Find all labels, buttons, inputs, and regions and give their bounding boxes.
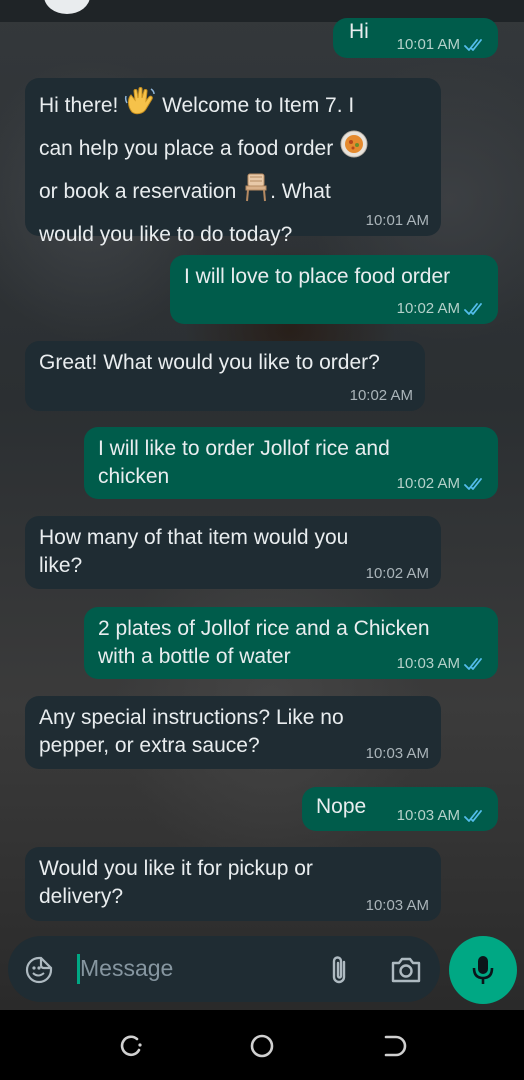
message-time: 10:03 AM [396, 807, 460, 824]
message-incoming[interactable]: Hi there! Welcome to Item 7. I can help … [25, 78, 441, 246]
message-time: 10:01 AM [396, 36, 460, 53]
message-text: How many of that item would you [39, 526, 349, 549]
message-time: 10:02 AM [349, 387, 413, 404]
message-meta: 10:01 AM [397, 36, 486, 54]
message-outgoing[interactable]: I will like to order Jollof rice and chi… [84, 427, 498, 499]
message-outgoing[interactable]: I will love to place food order 10:02 AM [170, 255, 498, 324]
message-text: can help you place a food order [39, 137, 334, 160]
message-meta: 10:03 AM [366, 897, 429, 915]
message-outgoing[interactable]: Hi 10:01 AM [333, 18, 498, 58]
message-text: Welcome to Item 7. I [162, 94, 355, 117]
message-incoming[interactable]: Any special instructions? Like no pepper… [25, 696, 441, 769]
message-text: Hi [349, 20, 369, 43]
contact-avatar[interactable] [44, 0, 90, 14]
message-meta: 10:02 AM [366, 565, 429, 583]
message-outgoing[interactable]: Nope 10:03 AM [302, 787, 498, 831]
home-icon[interactable] [249, 1033, 275, 1064]
read-ticks-icon [464, 658, 482, 670]
message-text: or book a reservation [39, 180, 237, 203]
food-plate-icon [339, 129, 369, 172]
message-text: Hi there! [39, 94, 119, 117]
message-meta: 10:02 AM [350, 387, 413, 405]
message-input[interactable]: Message [80, 955, 173, 982]
message-time: 10:02 AM [396, 300, 460, 317]
waving-hand-icon [124, 86, 156, 129]
message-text: would you like to do today? [39, 223, 293, 246]
read-ticks-icon [464, 303, 482, 315]
message-text: . What [270, 180, 331, 203]
camera-icon[interactable] [390, 956, 422, 989]
back-icon[interactable] [382, 1033, 408, 1064]
message-time: 10:01 AM [365, 212, 429, 229]
message-text: 2 plates of Jollof rice and a Chicken [98, 617, 430, 640]
message-incoming[interactable]: Great! What would you like to order? 10:… [25, 341, 425, 411]
mic-icon [471, 954, 495, 991]
message-incoming[interactable]: How many of that item would you like? 10… [25, 516, 441, 589]
message-time: 10:02 AM [396, 475, 460, 492]
message-text: Would you like it for pickup or [39, 857, 313, 880]
message-outgoing[interactable]: 2 plates of Jollof rice and a Chicken wi… [84, 607, 498, 679]
chair-icon [242, 172, 270, 215]
message-meta: 10:03 AM [397, 807, 486, 825]
message-meta: 10:03 AM [366, 745, 429, 763]
message-text: Any special instructions? Like no [39, 706, 344, 729]
message-text: I will love to place food order [184, 265, 451, 288]
read-ticks-icon [464, 39, 482, 51]
message-meta: 10:02 AM [397, 475, 486, 493]
message-meta: 10:02 AM [397, 300, 486, 318]
message-meta: 10:01 AM [366, 212, 429, 230]
system-navigation-bar [0, 1010, 524, 1080]
message-text: I will like to order Jollof rice and [98, 437, 390, 460]
message-time: 10:03 AM [396, 655, 460, 672]
message-composer[interactable]: Message [8, 936, 440, 1002]
message-time: 10:03 AM [365, 897, 429, 914]
message-incoming[interactable]: Would you like it for pickup or delivery… [25, 847, 441, 921]
message-time: 10:03 AM [365, 745, 429, 762]
message-time: 10:02 AM [365, 565, 429, 582]
read-ticks-icon [464, 478, 482, 490]
recents-icon[interactable] [117, 1034, 145, 1065]
mic-button[interactable] [449, 936, 517, 1004]
read-ticks-icon [464, 810, 482, 822]
sticker-icon[interactable] [24, 955, 54, 990]
message-text: Great! What would you like to order? [39, 351, 380, 374]
attach-icon[interactable] [328, 954, 352, 991]
message-meta: 10:03 AM [397, 655, 486, 673]
